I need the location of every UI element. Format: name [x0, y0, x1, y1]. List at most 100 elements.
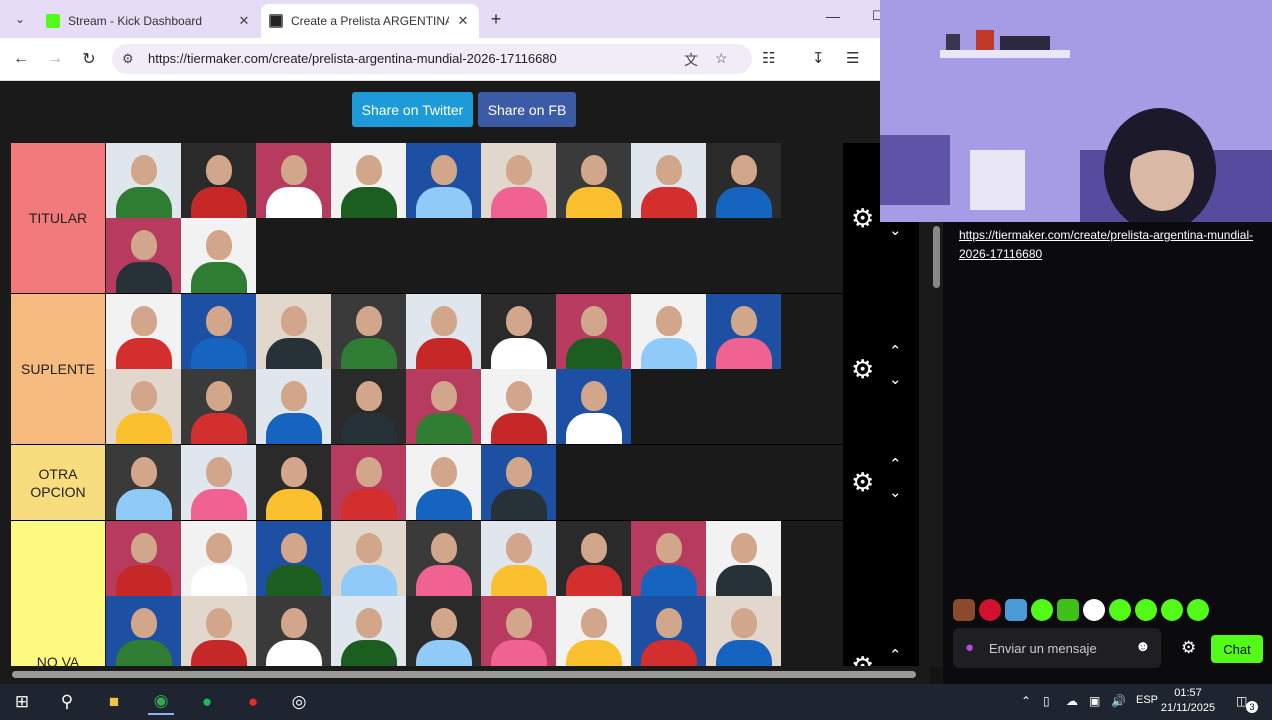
- player-card[interactable]: [406, 143, 481, 218]
- player-card[interactable]: [481, 143, 556, 218]
- player-card[interactable]: [406, 445, 481, 520]
- player-card[interactable]: [181, 445, 256, 520]
- player-card[interactable]: [331, 294, 406, 369]
- new-tab-icon[interactable]: +: [486, 9, 506, 30]
- player-card[interactable]: [256, 294, 331, 369]
- spotify-icon[interactable]: ●: [194, 689, 220, 715]
- player-card[interactable]: [706, 521, 781, 596]
- player-card[interactable]: [256, 143, 331, 218]
- tab-tiermaker[interactable]: Create a Prelista ARGENTINA M ✕: [261, 4, 479, 38]
- vertical-scrollbar[interactable]: [930, 222, 943, 666]
- back-arrow-icon[interactable]: ←: [10, 48, 32, 70]
- player-card[interactable]: [556, 369, 631, 444]
- player-card[interactable]: [481, 369, 556, 444]
- obs-studio-icon[interactable]: ◎: [286, 689, 312, 715]
- obs-record-icon[interactable]: ●: [240, 689, 266, 715]
- player-card[interactable]: [556, 143, 631, 218]
- chat-message-input[interactable]: [989, 637, 1129, 659]
- tier-label[interactable]: OTRA OPCION: [11, 445, 105, 520]
- player-card[interactable]: [181, 521, 256, 596]
- move-up-chevron-icon[interactable]: ⌃: [889, 646, 902, 664]
- move-down-chevron-icon[interactable]: ⌄: [889, 483, 902, 501]
- cloud-tray-icon[interactable]: ☁: [1066, 694, 1078, 708]
- emote-red-icon[interactable]: [979, 599, 1001, 621]
- player-card[interactable]: [181, 294, 256, 369]
- player-card[interactable]: [106, 294, 181, 369]
- player-card[interactable]: [406, 369, 481, 444]
- tier-settings-gear-icon[interactable]: ⚙: [851, 467, 874, 498]
- player-card[interactable]: [481, 596, 556, 666]
- bookmark-star-icon[interactable]: ☆: [715, 50, 728, 67]
- player-card[interactable]: [706, 294, 781, 369]
- player-card[interactable]: [406, 294, 481, 369]
- player-card[interactable]: [631, 596, 706, 666]
- file-explorer-icon[interactable]: ■: [101, 689, 127, 715]
- close-icon[interactable]: ✕: [236, 13, 252, 29]
- player-card[interactable]: [256, 445, 331, 520]
- player-card[interactable]: [331, 521, 406, 596]
- forward-arrow-icon[interactable]: →: [44, 48, 66, 70]
- move-up-chevron-icon[interactable]: ⌃: [889, 342, 902, 360]
- tier-items[interactable]: [106, 445, 844, 520]
- tier-label[interactable]: NO VA: [11, 521, 105, 666]
- tab-kick-dashboard[interactable]: Stream - Kick Dashboard ✕: [38, 4, 260, 38]
- emote-kick-box-icon[interactable]: [1057, 599, 1079, 621]
- player-card[interactable]: [631, 143, 706, 218]
- close-icon[interactable]: ✕: [455, 13, 471, 29]
- emote-kick-laugh-icon[interactable]: [1135, 599, 1157, 621]
- microphone-tray-icon[interactable]: ▯: [1043, 694, 1050, 708]
- emote-kick-grin-icon[interactable]: [1161, 599, 1183, 621]
- player-card[interactable]: [631, 294, 706, 369]
- player-card[interactable]: [106, 596, 181, 666]
- volume-tray-icon[interactable]: 🔊: [1111, 694, 1126, 708]
- download-icon[interactable]: ↧: [812, 49, 825, 67]
- chat-message-link[interactable]: https://tiermaker.com/create/prelista-ar…: [959, 226, 1259, 264]
- minimize-icon[interactable]: —: [826, 8, 840, 24]
- tier-items[interactable]: [106, 521, 844, 666]
- move-up-chevron-icon[interactable]: ⌃: [889, 455, 902, 473]
- player-card[interactable]: [106, 521, 181, 596]
- player-card[interactable]: [406, 596, 481, 666]
- emote-kick-wink-icon[interactable]: [1187, 599, 1209, 621]
- move-down-chevron-icon[interactable]: ⌄: [889, 221, 902, 239]
- player-card[interactable]: [256, 369, 331, 444]
- player-card[interactable]: [256, 596, 331, 666]
- player-card[interactable]: [631, 521, 706, 596]
- player-card[interactable]: [106, 445, 181, 520]
- player-card[interactable]: [481, 294, 556, 369]
- player-card[interactable]: [706, 143, 781, 218]
- system-clock[interactable]: 01:57 21/11/2025: [1158, 686, 1218, 716]
- emote-kick-smile-icon[interactable]: [1109, 599, 1131, 621]
- tier-items[interactable]: [106, 294, 844, 444]
- media-control-icon[interactable]: ☰: [846, 49, 859, 67]
- emote-blue-icon[interactable]: [1005, 599, 1027, 621]
- emoji-picker-icon[interactable]: ☻: [1135, 638, 1151, 655]
- search-icon[interactable]: ⚲: [54, 689, 80, 715]
- reload-icon[interactable]: ↻: [78, 48, 100, 70]
- emote-eyes-icon[interactable]: [1083, 599, 1105, 621]
- player-card[interactable]: [106, 218, 181, 293]
- player-card[interactable]: [331, 445, 406, 520]
- tray-overflow-chevron-icon[interactable]: ⌃: [1021, 694, 1031, 708]
- chat-send-button[interactable]: Chat: [1211, 635, 1263, 663]
- tier-items[interactable]: [106, 143, 844, 293]
- player-card[interactable]: [556, 596, 631, 666]
- player-card[interactable]: [181, 218, 256, 293]
- chat-settings-gear-icon[interactable]: ⚙: [1181, 638, 1196, 658]
- network-tray-icon[interactable]: ▣: [1089, 694, 1100, 708]
- player-card[interactable]: [181, 143, 256, 218]
- player-card[interactable]: [331, 596, 406, 666]
- translate-icon[interactable]: 文: [684, 50, 698, 70]
- player-card[interactable]: [331, 143, 406, 218]
- windows-start-icon[interactable]: ⊞: [9, 689, 35, 715]
- language-indicator[interactable]: ESP: [1136, 694, 1158, 706]
- player-card[interactable]: [706, 596, 781, 666]
- tier-label[interactable]: TITULAR: [11, 143, 105, 293]
- microphone-icon[interactable]: ●: [965, 639, 983, 657]
- site-info-icon[interactable]: ⚙: [122, 51, 134, 67]
- address-bar[interactable]: ⚙ https://tiermaker.com/create/prelista-…: [112, 44, 752, 74]
- player-card[interactable]: [181, 369, 256, 444]
- player-card[interactable]: [406, 521, 481, 596]
- emote-kick-green-icon[interactable]: [1031, 599, 1053, 621]
- tier-label[interactable]: SUPLENTE: [11, 294, 105, 444]
